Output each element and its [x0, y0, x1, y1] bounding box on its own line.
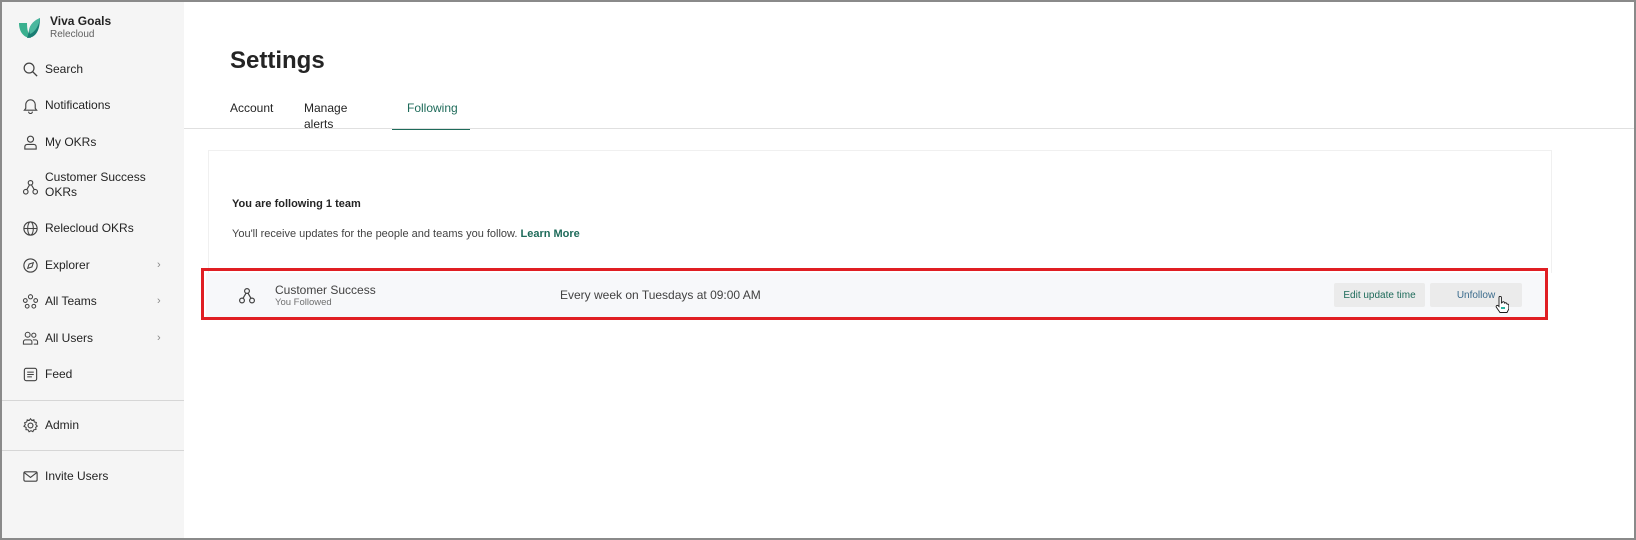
sidebar-item-label-line2: OKRs [45, 185, 78, 199]
sidebar-item-feed[interactable]: Feed [2, 365, 184, 383]
page-title: Settings [230, 47, 325, 74]
chevron-right-icon: › [157, 332, 161, 344]
viva-goals-logo [19, 18, 40, 38]
sidebar-item-all-users[interactable]: All Users › [2, 329, 184, 347]
sidebar-item-label: Relecloud OKRs [45, 220, 134, 235]
sidebar-item-label: All Users [45, 330, 94, 345]
globe-icon [21, 219, 39, 237]
bell-icon [21, 96, 39, 114]
following-description: You'll receive updates for the people an… [232, 228, 580, 240]
app-window: Viva Goals Relecloud Search Notification… [0, 0, 1636, 540]
sidebar-item-notifications[interactable]: Notifications [2, 96, 184, 114]
team-icon [21, 178, 39, 196]
sidebar-item-customer-success-okrs[interactable]: Customer Success OKRs [2, 170, 184, 202]
tab-following[interactable]: Following [407, 100, 458, 128]
sidebar-divider [2, 400, 184, 401]
following-count: You are following 1 team [232, 198, 361, 210]
search-icon [21, 60, 39, 78]
sidebar-item-label: Search [45, 61, 84, 76]
sidebar-item-label: My OKRs [45, 134, 97, 149]
tabs-divider [184, 128, 1634, 129]
sidebar-item-label: Admin [45, 417, 80, 432]
tab-account[interactable]: Account [230, 100, 273, 128]
person-icon [21, 133, 39, 151]
org-name: Relecloud [50, 29, 95, 40]
feed-icon [21, 365, 39, 383]
teams-icon [21, 292, 39, 310]
sidebar-item-label: Explorer [45, 257, 90, 272]
gear-icon [21, 416, 39, 434]
following-description-text: You'll receive updates for the people an… [232, 228, 518, 240]
sidebar-item-label: All Teams [45, 293, 97, 308]
sidebar-item-my-okrs[interactable]: My OKRs [2, 133, 184, 151]
app-name: Viva Goals [50, 14, 112, 28]
sidebar-item-all-teams[interactable]: All Teams › [2, 292, 184, 310]
sidebar-item-label-line1: Customer Success [45, 170, 146, 184]
sidebar-item-label: Feed [45, 366, 73, 381]
users-icon [21, 329, 39, 347]
chevron-right-icon: › [157, 295, 161, 307]
compass-icon [21, 256, 39, 274]
main-content: Settings Account Manage alerts Following… [184, 2, 1634, 538]
learn-more-link[interactable]: Learn More [521, 228, 580, 240]
sidebar-item-explorer[interactable]: Explorer › [2, 256, 184, 274]
highlight-box [201, 268, 1548, 320]
sidebar-item-label: Invite Users [45, 468, 109, 483]
sidebar: Viva Goals Relecloud Search Notification… [2, 2, 184, 538]
sidebar-item-relecloud-okrs[interactable]: Relecloud OKRs [2, 219, 184, 237]
brand[interactable]: Viva Goals Relecloud [16, 14, 111, 46]
sidebar-item-search[interactable]: Search [2, 60, 184, 78]
tab-manage-alerts[interactable]: Manage alerts [304, 100, 347, 131]
following-card [208, 150, 1552, 273]
sidebar-divider [2, 450, 184, 451]
chevron-right-icon: › [157, 259, 161, 271]
sidebar-item-invite-users[interactable]: Invite Users [2, 467, 184, 485]
sidebar-item-label: Notifications [45, 97, 111, 112]
mail-icon [21, 467, 39, 485]
sidebar-item-admin[interactable]: Admin [2, 416, 184, 434]
sidebar-item-label: Customer Success OKRs [45, 170, 146, 200]
